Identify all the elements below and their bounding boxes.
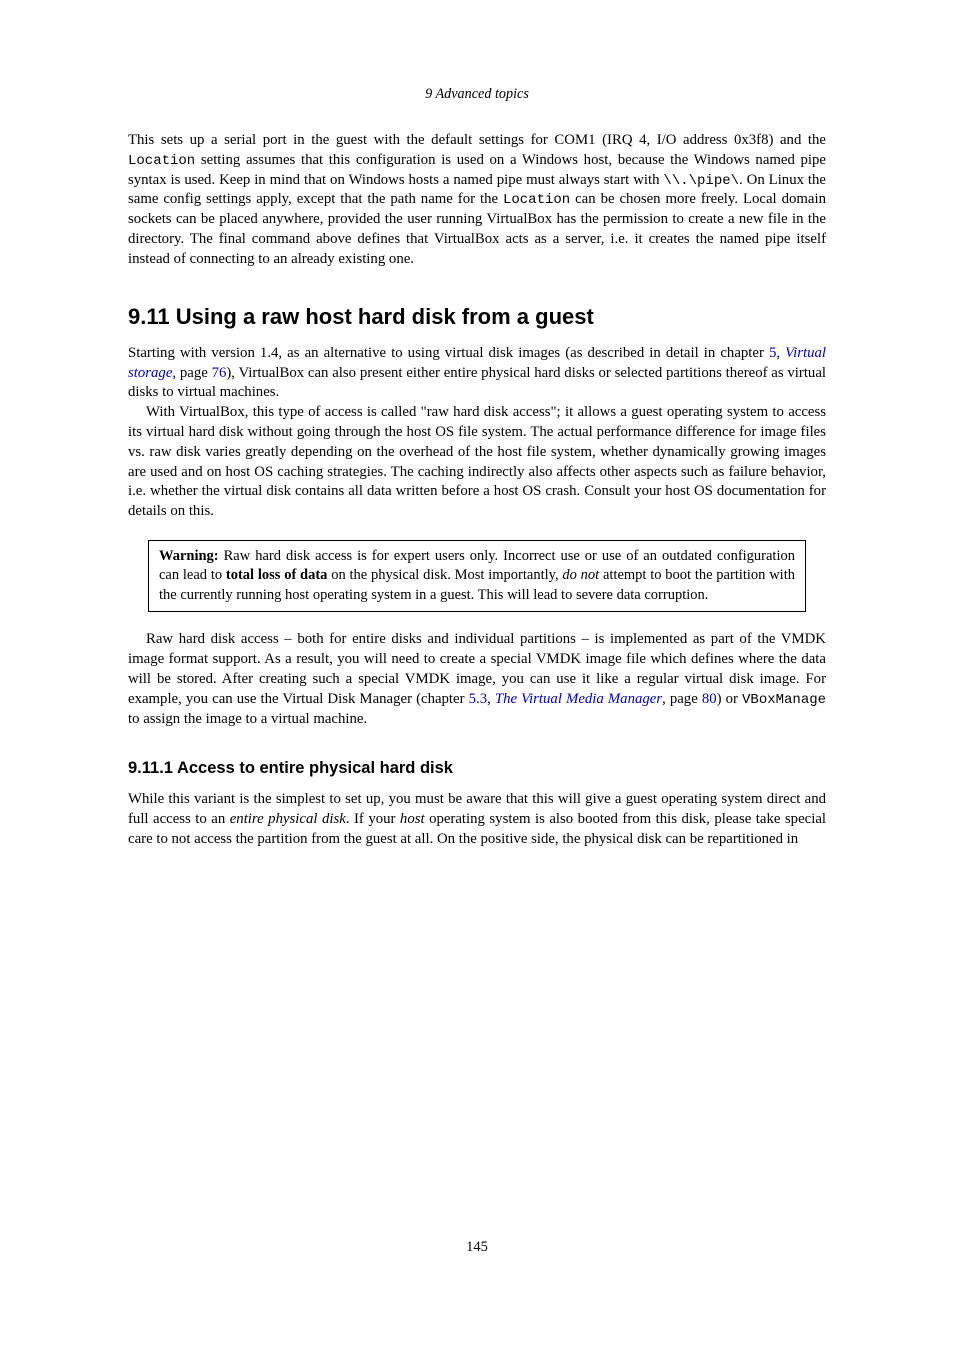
text-italic: entire physical disk xyxy=(230,811,346,827)
paragraph-1: This sets up a serial port in the guest … xyxy=(128,131,826,270)
section-heading-9-11: 9.11 Using a raw host hard disk from a g… xyxy=(128,304,826,330)
paragraph-5: While this variant is the simplest to se… xyxy=(128,790,826,849)
text-italic: do not xyxy=(562,567,599,583)
code-inline: \\.\pipe\ xyxy=(663,173,739,189)
paragraph-3: With VirtualBox, this type of access is … xyxy=(128,403,826,522)
subsection-title: Access to entire physical hard disk xyxy=(177,759,453,777)
chapter-header: 9 Advanced topics xyxy=(128,86,826,103)
paragraph-4: Raw hard disk access – both for entire d… xyxy=(128,630,826,729)
paragraph-2: Starting with version 1.4, as an alterna… xyxy=(128,344,826,403)
text: to assign the image to a virtual machine… xyxy=(128,711,367,727)
link-virtual-media-manager[interactable]: The Virtual Media Manager xyxy=(495,691,662,707)
warning-box: Warning: Raw hard disk access is for exp… xyxy=(148,540,806,612)
code-inline: Location xyxy=(503,192,570,208)
text: ), VirtualBox can also present either en… xyxy=(128,365,826,401)
text: on the physical disk. Most importantly, xyxy=(327,567,562,583)
text-italic: host xyxy=(400,811,425,827)
code-inline: Location xyxy=(128,153,195,169)
text: , page xyxy=(662,691,702,707)
text: , xyxy=(487,691,495,707)
page-number: 145 xyxy=(0,1239,954,1256)
link-page-76[interactable]: 76 xyxy=(212,365,227,381)
text: , page xyxy=(172,365,211,381)
text: Starting with version 1.4, as an alterna… xyxy=(128,345,769,361)
subsection-heading-9-11-1: 9.11.1 Access to entire physical hard di… xyxy=(128,759,826,778)
code-inline: VBoxManage xyxy=(742,692,826,708)
document-page: 9 Advanced topics This sets up a serial … xyxy=(0,0,954,1350)
link-page-80[interactable]: 80 xyxy=(702,691,717,707)
text: This sets up a serial port in the guest … xyxy=(128,132,826,148)
section-number: 9.11 xyxy=(128,304,170,329)
text: . If your xyxy=(346,811,400,827)
text: ) or xyxy=(717,691,742,707)
link-chapter-5-3[interactable]: 5.3 xyxy=(469,691,488,707)
subsection-number: 9.11.1 xyxy=(128,759,173,777)
section-title: Using a raw host hard disk from a guest xyxy=(176,304,594,329)
text: , xyxy=(776,345,785,361)
text-bold: total loss of data xyxy=(226,567,328,583)
warning-label: Warning: xyxy=(159,548,219,564)
